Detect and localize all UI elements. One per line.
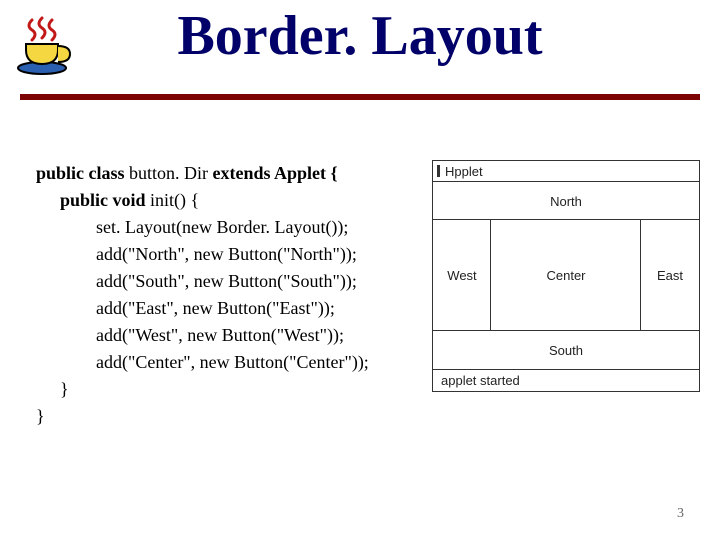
east-button[interactable]: East — [640, 219, 700, 332]
title-divider — [20, 94, 700, 100]
code-line: } — [36, 403, 700, 430]
applet-window: Hpplet North West Center East South appl… — [432, 160, 700, 394]
slide-header: Border. Layout — [0, 0, 720, 92]
south-button[interactable]: South — [432, 330, 700, 370]
north-button[interactable]: North — [432, 181, 700, 221]
page-number: 3 — [677, 506, 684, 522]
slide-title: Border. Layout — [0, 4, 720, 68]
west-button[interactable]: West — [432, 219, 492, 332]
center-button[interactable]: Center — [490, 219, 642, 332]
status-text: applet started — [441, 373, 520, 388]
applet-titlebar: Hpplet — [432, 160, 700, 182]
applet-title-label: Hpplet — [445, 164, 483, 179]
applet-status-bar: applet started — [432, 370, 700, 392]
borderlayout-panel: North West Center East South — [432, 182, 700, 370]
